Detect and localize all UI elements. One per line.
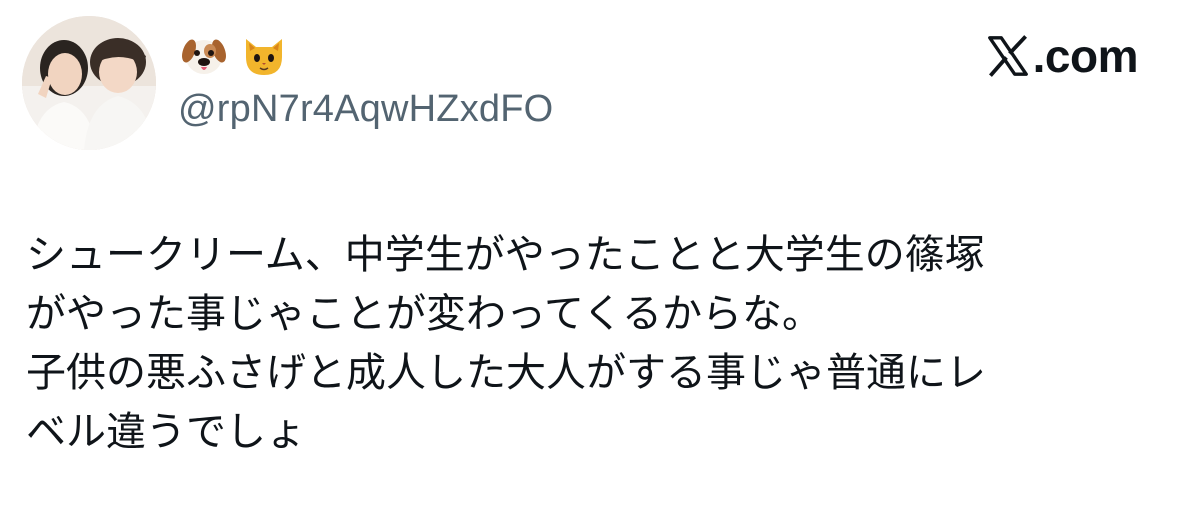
avatar-photo: [22, 16, 156, 150]
brand-watermark: .com: [985, 28, 1139, 84]
tweet-card: @rpN7r4AqwHZxdFO .com シュークリーム、中学生がやったことと…: [0, 0, 1200, 522]
avatar[interactable]: [22, 16, 156, 150]
tweet-line: シュークリーム、中学生がやったことと大学生の篠塚: [26, 232, 985, 278]
tweet-line: ベル違うでしょ: [26, 409, 306, 455]
cat-face-icon: [240, 31, 288, 79]
x-logo-icon: [987, 35, 1028, 77]
user-handle[interactable]: @rpN7r4AqwHZxdFO: [178, 88, 553, 131]
tweet-text: シュークリーム、中学生がやったことと大学生の篠塚 がやった事じゃことが変わってく…: [26, 226, 1186, 462]
display-name[interactable]: [180, 30, 288, 80]
dog-face-icon: [180, 31, 228, 79]
tweet-line: 子供の悪ふさげと成人した大人がする事じゃ普通にレ: [26, 350, 986, 396]
brand-text: .com: [1032, 30, 1139, 82]
tweet-line: がやった事じゃことが変わってくるからな。: [26, 291, 822, 337]
